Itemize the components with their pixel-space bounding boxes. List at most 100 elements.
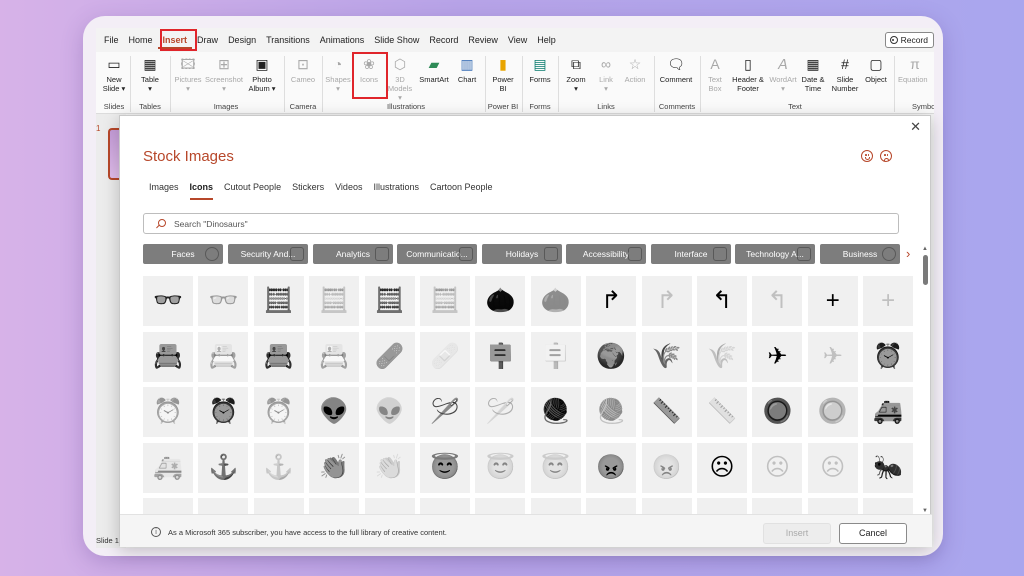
icon-tile[interactable]: ☹	[697, 442, 747, 493]
tab-cartoon-people[interactable]: Cartoon People	[430, 182, 493, 200]
screenshot-button[interactable]: ⊞ Screenshot ▾	[204, 55, 244, 93]
slide-number-button[interactable]: # Slide Number	[829, 55, 861, 93]
icon-tile[interactable]: +	[863, 276, 914, 326]
icon-tile[interactable]: 🌍	[586, 331, 637, 382]
table-button[interactable]: ▦ Table ▾	[136, 55, 164, 93]
icon-tile[interactable]: 🧮	[364, 276, 415, 326]
icon-tile[interactable]: 🧶	[586, 387, 637, 437]
tab-stickers[interactable]: Stickers	[292, 182, 324, 200]
icon-tile[interactable]: 🌾	[641, 331, 692, 382]
icon-tile[interactable]: 🪧	[530, 331, 581, 382]
icon-tile[interactable]	[198, 498, 249, 514]
category-faces[interactable]: Faces	[143, 244, 223, 264]
icon-tile[interactable]: 😇	[420, 442, 470, 493]
icon-tile[interactable]: 🪡	[420, 387, 470, 437]
icon-tile[interactable]: ⚓	[253, 442, 304, 493]
icon-tile[interactable]: 🩹	[420, 331, 470, 382]
cancel-button[interactable]: Cancel	[839, 523, 907, 544]
menu-record[interactable]: Record	[424, 31, 463, 49]
icon-tile[interactable]: ⚓	[198, 442, 249, 493]
icon-tile[interactable]	[807, 498, 858, 514]
icon-tile[interactable]: ↱	[586, 276, 637, 326]
menu-view[interactable]: View	[503, 31, 532, 49]
pictures-button[interactable]: 🖾 Pictures ▾	[172, 55, 204, 93]
icon-tile[interactable]: ⏰	[143, 387, 193, 437]
insert-button[interactable]: Insert	[763, 523, 831, 544]
icon-tile[interactable]: 📏	[697, 387, 747, 437]
3d-models-button[interactable]: ⬡ 3D Models ▾	[386, 55, 414, 102]
scroll-thumb[interactable]	[923, 255, 928, 285]
icon-tile[interactable]: ☹	[752, 442, 803, 493]
tab-videos[interactable]: Videos	[335, 182, 362, 200]
icon-tile[interactable]: 🧮	[309, 276, 360, 326]
icon-tile[interactable]: +	[807, 276, 858, 326]
new-slide-button[interactable]: ▭ New Slide ▾	[102, 55, 126, 93]
icon-tile[interactable]: 🌰	[530, 276, 581, 326]
icon-tile[interactable]: 🔘	[807, 387, 858, 437]
icon-tile[interactable]: 😇	[530, 442, 581, 493]
tab-icons[interactable]: Icons	[189, 182, 214, 200]
menu-review[interactable]: Review	[463, 31, 503, 49]
icon-tile[interactable]: 🚑	[863, 387, 914, 437]
icon-tile[interactable]: 🌾	[697, 331, 747, 382]
icon-tile[interactable]	[253, 498, 304, 514]
forms-button[interactable]: ▤ Forms	[524, 55, 556, 84]
tab-illustrations[interactable]: Illustrations	[373, 182, 419, 200]
icon-tile[interactable]	[143, 498, 193, 514]
tab-cutout-people[interactable]: Cutout People	[224, 182, 281, 200]
grid-scrollbar[interactable]: ▲ ▼	[922, 246, 929, 514]
menu-slide-show[interactable]: Slide Show	[369, 31, 424, 49]
zoom-button[interactable]: ⧉ Zoom ▾	[562, 55, 590, 93]
icon-tile[interactable]: 👽	[364, 387, 415, 437]
object-button[interactable]: ▢ Object	[862, 55, 890, 84]
equation-button[interactable]: π Equation	[898, 55, 934, 84]
icon-tile[interactable]: ☹	[807, 442, 858, 493]
icon-tile[interactable]: 📇	[253, 331, 304, 382]
icon-tile[interactable]: 📇	[198, 331, 249, 382]
icon-tile[interactable]	[420, 498, 470, 514]
icon-tile[interactable]	[530, 498, 581, 514]
menu-home[interactable]: Home	[124, 31, 158, 49]
icon-tile[interactable]: ⏰	[253, 387, 304, 437]
category-interface[interactable]: Interface	[651, 244, 731, 264]
cameo-button[interactable]: ⊡ Cameo	[286, 55, 320, 84]
chevron-right-icon[interactable]: ›	[906, 244, 910, 264]
icon-tile[interactable]: ✈	[807, 331, 858, 382]
icon-tile[interactable]: 😇	[475, 442, 526, 493]
icon-tile[interactable]: 🧮	[253, 276, 304, 326]
comment-button[interactable]: 🗨 Comment	[656, 55, 696, 84]
icon-tile[interactable]	[752, 498, 803, 514]
menu-transitions[interactable]: Transitions	[261, 31, 315, 49]
power-bi-button[interactable]: ▮ Power BI	[488, 55, 518, 93]
icon-tile[interactable]: 🐜	[863, 442, 914, 493]
category-technology[interactable]: Technology A...	[735, 244, 815, 264]
icon-tile[interactable]	[697, 498, 747, 514]
menu-file[interactable]: File	[96, 31, 124, 49]
icon-tile[interactable]: 🧶	[530, 387, 581, 437]
icon-tile[interactable]: ↰	[697, 276, 747, 326]
menu-help[interactable]: Help	[532, 31, 561, 49]
icon-tile[interactable]	[475, 498, 526, 514]
icon-tile[interactable]: 👏	[364, 442, 415, 493]
shapes-button[interactable]: ◔ Shapes ▾	[324, 55, 352, 93]
chart-button[interactable]: ▥ Chart	[453, 55, 481, 84]
icon-tile[interactable]: 📏	[641, 387, 692, 437]
smile-feedback-icon[interactable]	[861, 150, 873, 162]
header-footer-button[interactable]: ▯ Header & Footer	[730, 55, 766, 93]
link-button[interactable]: ∞ Link ▾	[592, 55, 620, 93]
text-box-button[interactable]: A Text Box	[702, 55, 728, 93]
category-analytics[interactable]: Analytics	[313, 244, 393, 264]
menu-design[interactable]: Design	[223, 31, 261, 49]
wordart-button[interactable]: 𝘈 WordArt ▾	[767, 55, 799, 93]
photo-album-button[interactable]: ▣ Photo Album ▾	[246, 55, 278, 93]
icon-tile[interactable]	[309, 498, 360, 514]
smartart-button[interactable]: ▰ SmartArt	[416, 55, 452, 84]
icon-tile[interactable]	[364, 498, 415, 514]
icon-tile[interactable]: ⏰	[198, 387, 249, 437]
icon-tile[interactable]: ⏰	[863, 331, 914, 382]
icon-tile[interactable]	[863, 498, 914, 514]
icon-tile[interactable]: 👽	[309, 387, 360, 437]
icon-tile[interactable]: ↰	[752, 276, 803, 326]
tab-images[interactable]: Images	[149, 182, 179, 200]
date-time-button[interactable]: ▦ Date & Time	[799, 55, 827, 93]
